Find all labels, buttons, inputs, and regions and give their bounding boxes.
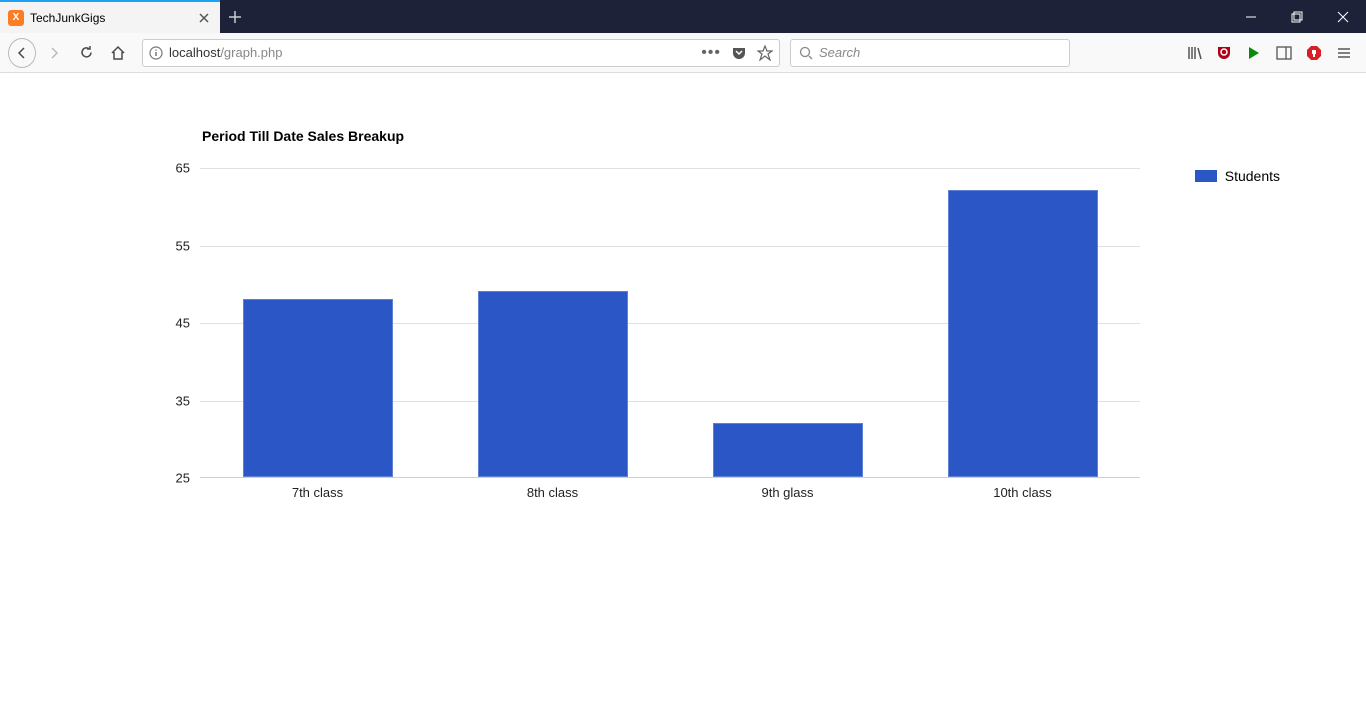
tab-close-icon[interactable] <box>196 10 212 26</box>
chart-xtick-label: 10th class <box>993 485 1052 500</box>
new-tab-button[interactable] <box>220 0 250 33</box>
legend-label: Students <box>1225 168 1280 184</box>
window-maximize-icon[interactable] <box>1274 0 1320 33</box>
tab-title: TechJunkGigs <box>30 11 105 25</box>
bookmark-star-icon[interactable] <box>757 45 773 61</box>
chart-plot-area: Students 25354555657th class8th class9th… <box>200 168 1140 478</box>
xampp-favicon-icon: X <box>8 10 24 26</box>
ublock-icon[interactable] <box>1216 45 1232 61</box>
chart-bar[interactable] <box>478 291 628 477</box>
chart-gridline <box>200 168 1140 169</box>
browser-tab-active[interactable]: X TechJunkGigs <box>0 0 220 33</box>
chart-ytick-label: 35 <box>176 393 190 408</box>
chart-bar[interactable] <box>948 190 1098 477</box>
chart-ytick-label: 65 <box>176 161 190 176</box>
nav-reload-button[interactable] <box>72 39 100 67</box>
adblock-icon[interactable] <box>1306 45 1322 61</box>
legend-swatch-icon <box>1195 170 1217 182</box>
pocket-icon[interactable] <box>731 45 747 61</box>
search-placeholder: Search <box>819 45 860 60</box>
chart-ytick-label: 25 <box>176 471 190 486</box>
chart-xtick-label: 7th class <box>292 485 343 500</box>
chart-title: Period Till Date Sales Breakup <box>202 128 1140 144</box>
chart: Period Till Date Sales Breakup Students … <box>200 128 1140 498</box>
page-content: Period Till Date Sales Breakup Students … <box>0 73 1366 498</box>
browser-toolbar: localhost/graph.php ••• Search <box>0 33 1366 73</box>
chart-xtick-label: 9th glass <box>761 485 813 500</box>
site-info-icon[interactable] <box>149 46 163 60</box>
idm-icon[interactable] <box>1246 45 1262 61</box>
nav-home-button[interactable] <box>104 39 132 67</box>
hamburger-menu-icon[interactable] <box>1336 45 1352 61</box>
nav-forward-button <box>40 39 68 67</box>
chart-legend: Students <box>1195 168 1280 184</box>
library-icon[interactable] <box>1186 45 1202 61</box>
window-minimize-icon[interactable] <box>1228 0 1274 33</box>
chart-ytick-label: 45 <box>176 316 190 331</box>
search-icon <box>799 46 813 60</box>
chart-ytick-label: 55 <box>176 238 190 253</box>
url-text: localhost/graph.php <box>169 45 282 60</box>
window-titlebar: X TechJunkGigs <box>0 0 1366 33</box>
sidebar-icon[interactable] <box>1276 45 1292 61</box>
chart-bar[interactable] <box>243 299 393 477</box>
page-actions-icon[interactable]: ••• <box>701 44 721 62</box>
search-bar[interactable]: Search <box>790 39 1070 67</box>
chart-xtick-label: 8th class <box>527 485 578 500</box>
url-bar[interactable]: localhost/graph.php ••• <box>142 39 780 67</box>
nav-back-button[interactable] <box>8 39 36 67</box>
chart-bar[interactable] <box>713 423 863 477</box>
window-close-icon[interactable] <box>1320 0 1366 33</box>
